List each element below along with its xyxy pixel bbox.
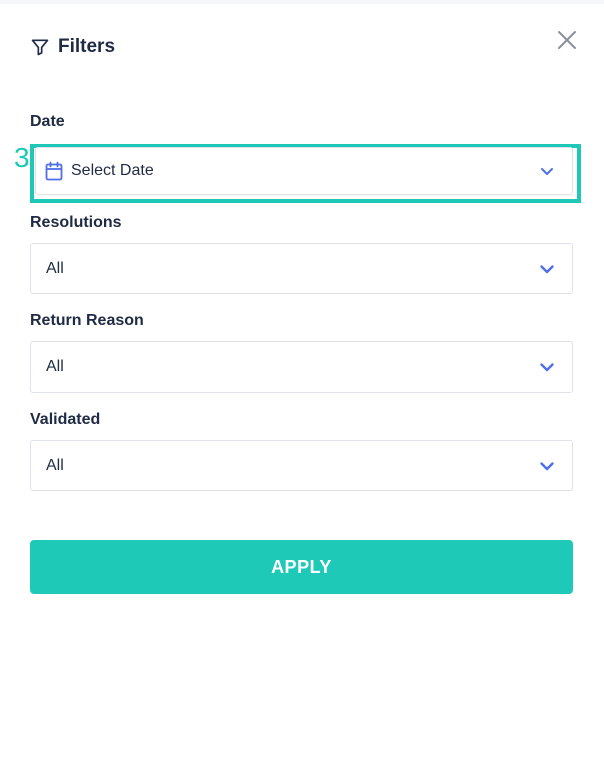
date-label: Date xyxy=(30,113,65,130)
chevron-down-icon xyxy=(540,363,554,372)
return-reason-select-value: All xyxy=(46,358,64,375)
resolutions-label: Resolutions xyxy=(30,214,122,231)
resolutions-select[interactable]: All xyxy=(30,243,573,294)
calendar-icon xyxy=(45,161,63,181)
top-divider xyxy=(0,0,604,4)
apply-button[interactable]: APPLY xyxy=(30,540,573,594)
validated-select-value: All xyxy=(46,456,64,474)
validated-select[interactable]: All xyxy=(30,440,573,491)
validated-label: Validated xyxy=(30,411,101,428)
return-reason-label: Return Reason xyxy=(30,312,144,329)
filters-header: Filters xyxy=(30,36,115,58)
date-select-value: Select Date xyxy=(71,162,154,179)
chevron-down-icon xyxy=(541,168,553,175)
resolutions-select-value: All xyxy=(46,259,64,277)
chevron-down-icon xyxy=(540,461,554,470)
close-icon[interactable] xyxy=(556,29,578,51)
step-marker: 3 xyxy=(14,142,30,173)
filter-icon xyxy=(31,39,49,56)
page-title: Filters xyxy=(58,36,116,57)
chevron-down-icon xyxy=(540,264,554,273)
return-reason-select[interactable]: All xyxy=(30,341,573,393)
date-select[interactable]: Select Date xyxy=(35,147,573,195)
filters-panel: Filters Date 3 Select Date Resolutions A… xyxy=(0,0,604,772)
